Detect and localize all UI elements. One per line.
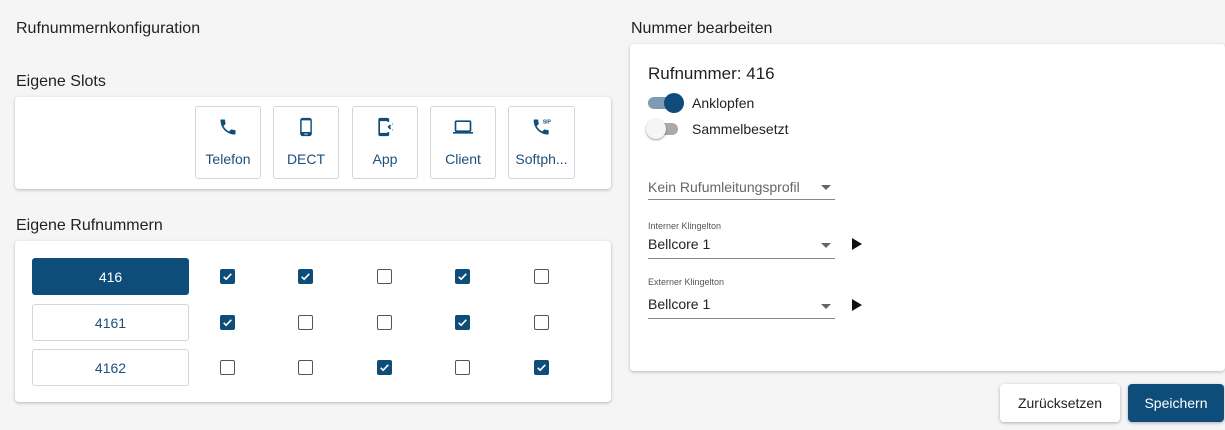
slot-app[interactable]: App (352, 106, 418, 179)
toggle-label: Anklopfen (692, 95, 755, 111)
page-title: Rufnummernkonfiguration (16, 20, 201, 37)
check-icon (380, 364, 389, 372)
slot-checkbox[interactable] (377, 269, 392, 284)
slot-checkbox[interactable] (220, 360, 235, 375)
slot-label: App (372, 151, 398, 167)
toggle-thumb (646, 119, 666, 139)
play-internal-ringtone-icon[interactable] (852, 238, 862, 250)
number-button-416[interactable]: 416 (32, 258, 189, 295)
number-button-4161[interactable]: 4161 (32, 304, 189, 341)
edit-title: Nummer bearbeiten (631, 20, 773, 37)
slot-client[interactable]: Client (430, 106, 496, 179)
slot-label: Softph... (515, 151, 568, 167)
slot-checkbox[interactable] (377, 360, 392, 375)
slot-checkbox[interactable] (455, 315, 470, 330)
slots-title: Eigene Slots (16, 73, 106, 90)
slot-dect[interactable]: DECT (273, 106, 339, 179)
slot-label: DECT (286, 151, 326, 167)
mobile-icon (300, 117, 312, 137)
toggle-anklopfen[interactable]: Anklopfen (646, 92, 846, 114)
slot-checkbox[interactable] (220, 315, 235, 330)
check-icon (537, 364, 546, 372)
slot-checkbox[interactable] (298, 269, 313, 284)
slot-checkbox[interactable] (298, 360, 313, 375)
chevron-down-icon (821, 304, 831, 309)
select-underline (648, 258, 835, 259)
slot-checkbox[interactable] (377, 315, 392, 330)
slot-softphone[interactable]: SIP Softph... (508, 106, 575, 179)
toggle-sammelbesetzt[interactable]: Sammelbesetzt (646, 118, 846, 140)
slot-checkbox[interactable] (455, 269, 470, 284)
check-icon (458, 273, 467, 281)
slot-checkbox[interactable] (534, 360, 549, 375)
toggle-label: Sammelbesetzt (692, 121, 789, 137)
save-button[interactable]: Speichern (1128, 384, 1224, 422)
reset-button[interactable]: Zurücksetzen (1000, 384, 1120, 422)
forward-profile-value: Kein Rufumleitungsprofil (648, 179, 800, 195)
slot-checkbox[interactable] (534, 269, 549, 284)
slot-label: Client (445, 151, 481, 167)
sip-badge: SIP (542, 120, 551, 126)
check-icon (223, 273, 232, 281)
select-underline (648, 199, 835, 200)
select-underline (648, 318, 835, 319)
number-button-4162[interactable]: 4162 (32, 349, 189, 386)
forward-profile-select[interactable]: Kein Rufumleitungsprofil (648, 177, 835, 201)
numbers-title: Eigene Rufnummern (16, 217, 163, 234)
external-ringtone-label: Externer Klingelton (648, 277, 725, 287)
number-heading: Rufnummer: 416 (648, 64, 775, 83)
internal-ringtone-label: Interner Klingelton (648, 221, 722, 231)
phone-icon (220, 119, 236, 135)
app-icon (378, 117, 393, 137)
slot-checkbox[interactable] (455, 360, 470, 375)
play-external-ringtone-icon[interactable] (852, 299, 862, 311)
chevron-down-icon (821, 243, 831, 248)
internal-ringtone-select[interactable]: Bellcore 1 (648, 234, 835, 258)
slot-telefon[interactable]: Telefon (195, 106, 261, 179)
toggle-thumb (664, 93, 684, 113)
check-icon (301, 273, 310, 281)
slot-checkbox[interactable] (534, 315, 549, 330)
sip-phone-icon: SIP (533, 119, 551, 135)
internal-ringtone-value: Bellcore 1 (648, 236, 711, 252)
chevron-down-icon (821, 185, 831, 190)
check-icon (223, 319, 232, 327)
check-icon (458, 319, 467, 327)
slot-label: Telefon (205, 151, 251, 167)
external-ringtone-select[interactable]: Bellcore 1 (648, 294, 835, 318)
external-ringtone-value: Bellcore 1 (648, 296, 711, 312)
slot-checkbox[interactable] (220, 269, 235, 284)
slot-checkbox[interactable] (298, 315, 313, 330)
laptop-icon (453, 120, 473, 134)
